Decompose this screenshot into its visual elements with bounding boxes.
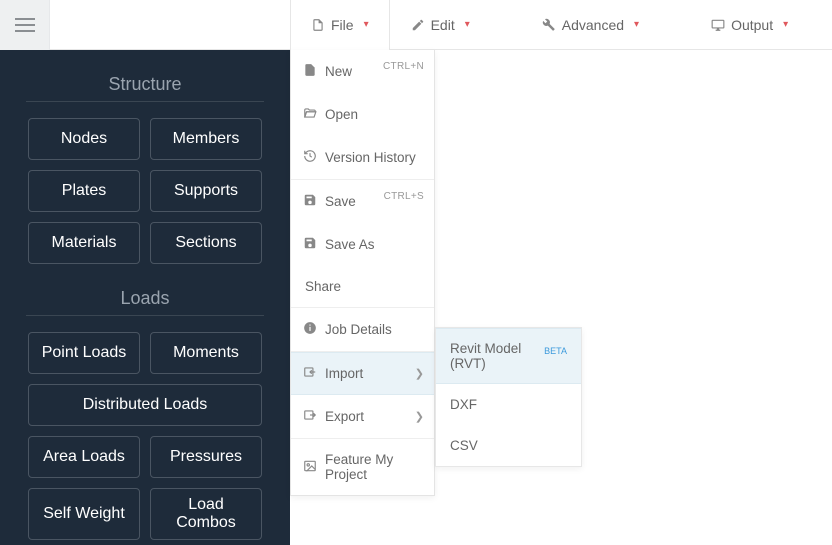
file-save[interactable]: Save CTRL+S xyxy=(291,180,434,223)
chevron-down-icon: ▾ xyxy=(465,19,470,30)
file-open[interactable]: Open xyxy=(291,93,434,136)
btn-distributed-loads[interactable]: Distributed Loads xyxy=(28,384,262,426)
structure-buttons: Nodes Members Plates Supports Materials … xyxy=(18,118,272,264)
image-icon xyxy=(303,459,317,476)
file-import[interactable]: Import ❯ xyxy=(291,352,434,395)
file-new-icon xyxy=(303,63,317,80)
history-icon xyxy=(303,149,317,166)
loads-buttons: Point Loads Moments Distributed Loads Ar… xyxy=(18,332,272,540)
btn-load-combos[interactable]: Load Combos xyxy=(150,488,262,540)
btn-plates[interactable]: Plates xyxy=(28,170,140,212)
chevron-right-icon: ❯ xyxy=(415,367,424,380)
chevron-down-icon: ▾ xyxy=(634,19,639,30)
btn-sections[interactable]: Sections xyxy=(150,222,262,264)
wrench-icon xyxy=(542,18,556,32)
btn-members[interactable]: Members xyxy=(150,118,262,160)
top-menu-bar: File ▾ Edit ▾ Advanced ▾ Output ▾ xyxy=(50,0,832,50)
file-job-details[interactable]: Job Details xyxy=(291,308,434,351)
file-new[interactable]: New CTRL+N xyxy=(291,50,434,93)
file-new-label: New xyxy=(325,64,352,79)
import-icon xyxy=(303,365,317,382)
import-csv-label: CSV xyxy=(450,438,478,453)
folder-open-icon xyxy=(303,106,317,123)
sidebar: Structure Nodes Members Plates Supports … xyxy=(0,50,290,545)
menu-edit[interactable]: Edit ▾ xyxy=(390,0,491,49)
file-share[interactable]: Share xyxy=(291,266,434,307)
section-title-loads: Loads xyxy=(18,288,272,309)
info-icon xyxy=(303,321,317,338)
btn-nodes[interactable]: Nodes xyxy=(28,118,140,160)
btn-pressures[interactable]: Pressures xyxy=(150,436,262,478)
pencil-icon xyxy=(411,18,425,32)
import-revit-label: Revit Model (RVT) xyxy=(450,341,532,371)
hamburger-menu-button[interactable] xyxy=(0,0,50,50)
section-title-structure: Structure xyxy=(18,74,272,95)
file-save-label: Save xyxy=(325,194,356,209)
chevron-right-icon: ❯ xyxy=(415,410,424,423)
btn-area-loads[interactable]: Area Loads xyxy=(28,436,140,478)
hamburger-icon xyxy=(15,18,35,32)
menu-output[interactable]: Output ▾ xyxy=(690,0,809,49)
chevron-down-icon: ▾ xyxy=(364,19,369,30)
file-feature-label: Feature My Project xyxy=(325,452,422,482)
export-icon xyxy=(303,408,317,425)
file-icon xyxy=(311,18,325,32)
menu-file-label: File xyxy=(331,17,354,33)
file-dropdown: New CTRL+N Open Version History Save CTR… xyxy=(290,50,435,496)
divider xyxy=(26,101,264,102)
import-dxf-label: DXF xyxy=(450,397,477,412)
chevron-down-icon: ▾ xyxy=(783,19,788,30)
menu-settings[interactable]: Settings xyxy=(809,0,832,49)
file-job-details-label: Job Details xyxy=(325,322,392,337)
file-save-as-label: Save As xyxy=(325,237,375,252)
file-open-label: Open xyxy=(325,107,358,122)
file-feature-project[interactable]: Feature My Project xyxy=(291,439,434,495)
monitor-icon xyxy=(711,18,725,32)
btn-materials[interactable]: Materials xyxy=(28,222,140,264)
file-export[interactable]: Export ❯ xyxy=(291,395,434,438)
import-csv[interactable]: CSV xyxy=(436,425,581,466)
beta-badge: BETA xyxy=(544,346,567,356)
btn-supports[interactable]: Supports xyxy=(150,170,262,212)
btn-moments[interactable]: Moments xyxy=(150,332,262,374)
menu-file[interactable]: File ▾ xyxy=(290,0,390,49)
btn-self-weight[interactable]: Self Weight xyxy=(28,488,140,540)
file-export-label: Export xyxy=(325,409,364,424)
file-save-as[interactable]: Save As xyxy=(291,223,434,266)
save-as-icon xyxy=(303,236,317,253)
topbar-spacer xyxy=(50,0,290,49)
file-import-label: Import xyxy=(325,366,363,381)
divider xyxy=(26,315,264,316)
import-revit[interactable]: Revit Model (RVT) BETA xyxy=(436,328,581,384)
file-share-label: Share xyxy=(305,279,341,294)
menu-edit-label: Edit xyxy=(431,17,455,33)
file-version-history[interactable]: Version History xyxy=(291,136,434,179)
menu-output-label: Output xyxy=(731,17,773,33)
btn-point-loads[interactable]: Point Loads xyxy=(28,332,140,374)
file-version-history-label: Version History xyxy=(325,150,416,165)
file-new-shortcut: CTRL+N xyxy=(383,61,424,72)
import-submenu: Revit Model (RVT) BETA DXF CSV xyxy=(435,327,582,467)
file-save-shortcut: CTRL+S xyxy=(384,191,424,202)
menu-advanced-label: Advanced xyxy=(562,17,624,33)
save-icon xyxy=(303,193,317,210)
import-dxf[interactable]: DXF xyxy=(436,384,581,425)
menu-advanced[interactable]: Advanced ▾ xyxy=(521,0,660,49)
